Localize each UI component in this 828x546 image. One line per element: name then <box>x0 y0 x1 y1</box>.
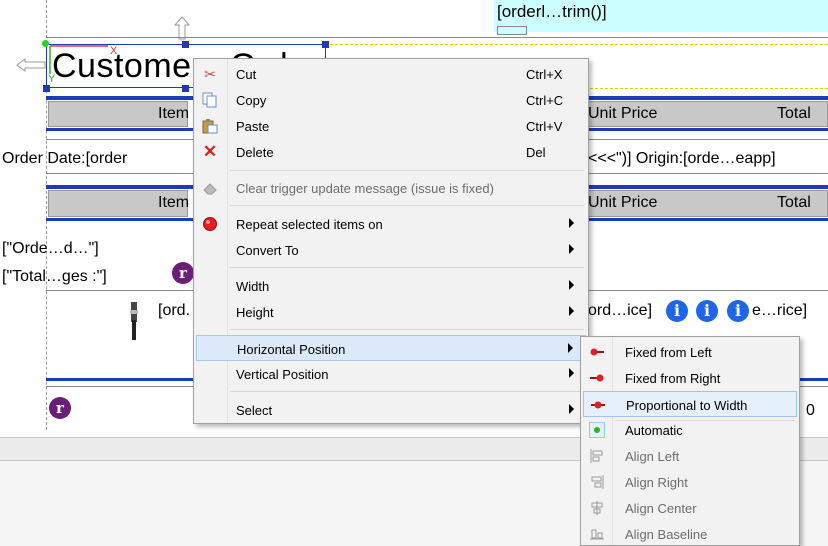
order-date-field[interactable]: Order Date:[order <box>2 150 127 168</box>
info-icon[interactable]: i <box>696 300 718 322</box>
submenu-item-proportional-to-width[interactable]: Proportional to Width <box>583 391 797 417</box>
paste-icon <box>202 118 218 134</box>
proportional-icon <box>590 397 606 413</box>
align-left-icon <box>589 448 605 464</box>
svg-text:Y: Y <box>48 73 56 84</box>
pin-left-icon <box>589 344 605 360</box>
submenu-item-fixed-from-right[interactable]: Fixed from Right <box>583 365 797 391</box>
menu-item-delete[interactable]: ✕ Delete Del <box>196 139 586 165</box>
image-placeholder-icon <box>128 300 140 342</box>
green-dot-icon <box>589 422 605 438</box>
submenu-item-fixed-from-left[interactable]: Fixed from Left <box>583 339 797 365</box>
menu-item-height[interactable]: Height <box>196 299 586 325</box>
band-guide-dash <box>330 44 828 45</box>
axis-indicator-icon: X Y <box>48 45 118 84</box>
menu-item-width[interactable]: Width <box>196 273 586 299</box>
submenu-item-align-left[interactable]: Align Left <box>583 443 797 469</box>
scissors-icon: ✂ <box>204 66 216 82</box>
menu-separator <box>230 267 584 268</box>
header-total-label: Total <box>777 105 811 122</box>
menu-item-copy[interactable]: Copy Ctrl+C <box>196 87 586 113</box>
copy-icon <box>202 92 218 108</box>
resize-handle-top[interactable] <box>182 41 189 48</box>
submenu-arrow-icon <box>569 244 574 254</box>
menu-item-vertical-position[interactable]: Vertical Position <box>196 361 586 387</box>
submenu-item-align-center[interactable]: Align Center <box>583 495 797 521</box>
expression-field-tab <box>497 26 527 35</box>
expression-field-text: [orderl…trim()] <box>497 2 607 21</box>
header-unit-price-label: Unit Price <box>588 105 658 122</box>
header-total-label: Total <box>777 194 811 211</box>
horizontal-position-submenu: Fixed from Left Fixed from Right Proport… <box>580 336 800 546</box>
menu-item-paste[interactable]: Paste Ctrl+V <box>196 113 586 139</box>
red-ball-icon <box>202 216 218 232</box>
submenu-arrow-icon <box>568 343 573 353</box>
header-item-label: Item <box>158 105 190 122</box>
menu-item-clear-trigger[interactable]: Clear trigger update message (issue is f… <box>196 175 586 201</box>
menu-separator <box>230 329 584 330</box>
menu-item-select[interactable]: Select <box>196 397 586 423</box>
detail-price-field[interactable]: ord…ice] <box>588 302 652 320</box>
submenu-arrow-icon <box>569 218 574 228</box>
align-right-icon <box>589 474 605 490</box>
align-baseline-icon <box>589 526 605 542</box>
info-icon[interactable]: i <box>727 300 749 322</box>
r-marker-icon[interactable]: r <box>49 397 71 419</box>
menu-separator <box>230 205 584 206</box>
header-item-label: Item <box>158 194 190 211</box>
menu-item-cut[interactable]: ✂ Cut Ctrl+X <box>196 61 586 87</box>
submenu-arrow-icon <box>569 368 574 378</box>
resize-handle-bottom[interactable] <box>182 85 189 92</box>
menu-item-convert-to[interactable]: Convert To <box>196 237 586 263</box>
eraser-icon <box>202 180 218 196</box>
menu-item-repeat-selected[interactable]: Repeat selected items on <box>196 211 586 237</box>
pin-right-icon <box>589 370 605 386</box>
info-icon[interactable]: i <box>666 300 688 322</box>
total-charges-field[interactable]: ["Total…ges :"] <box>2 268 107 286</box>
r-marker-icon[interactable]: r <box>172 262 194 284</box>
submenu-item-align-right[interactable]: Align Right <box>583 469 797 495</box>
resize-handle-bottom-left[interactable] <box>43 85 50 92</box>
band-separator <box>46 37 828 38</box>
detail-total-field[interactable]: e…rice] <box>752 302 807 320</box>
submenu-arrow-icon <box>569 306 574 316</box>
group-field[interactable]: ["Orde…d…"] <box>2 240 99 258</box>
align-center-icon <box>589 500 605 516</box>
header-unit-price-label: Unit Price <box>588 194 658 211</box>
submenu-item-align-baseline[interactable]: Align Baseline <box>583 521 797 546</box>
menu-separator <box>230 391 584 392</box>
delete-x-icon: ✕ <box>202 142 218 161</box>
resize-handle-top-right[interactable] <box>322 41 329 48</box>
detail-order-field[interactable]: [ord. <box>158 302 190 320</box>
move-left-arrow-icon[interactable] <box>16 58 46 72</box>
submenu-arrow-icon <box>569 404 574 414</box>
svg-text:X: X <box>110 45 118 57</box>
footer-value: 0 <box>806 402 815 419</box>
menu-separator <box>230 170 584 171</box>
submenu-item-automatic[interactable]: Automatic <box>583 417 797 443</box>
submenu-arrow-icon <box>569 280 574 290</box>
origin-field[interactable]: <<<")] Origin:[orde…eapp] <box>588 150 776 168</box>
context-menu: ✂ Cut Ctrl+X Copy Ctrl+C Paste Ctrl+V ✕ … <box>193 58 589 424</box>
menu-item-horizontal-position[interactable]: Horizontal Position <box>196 335 586 361</box>
